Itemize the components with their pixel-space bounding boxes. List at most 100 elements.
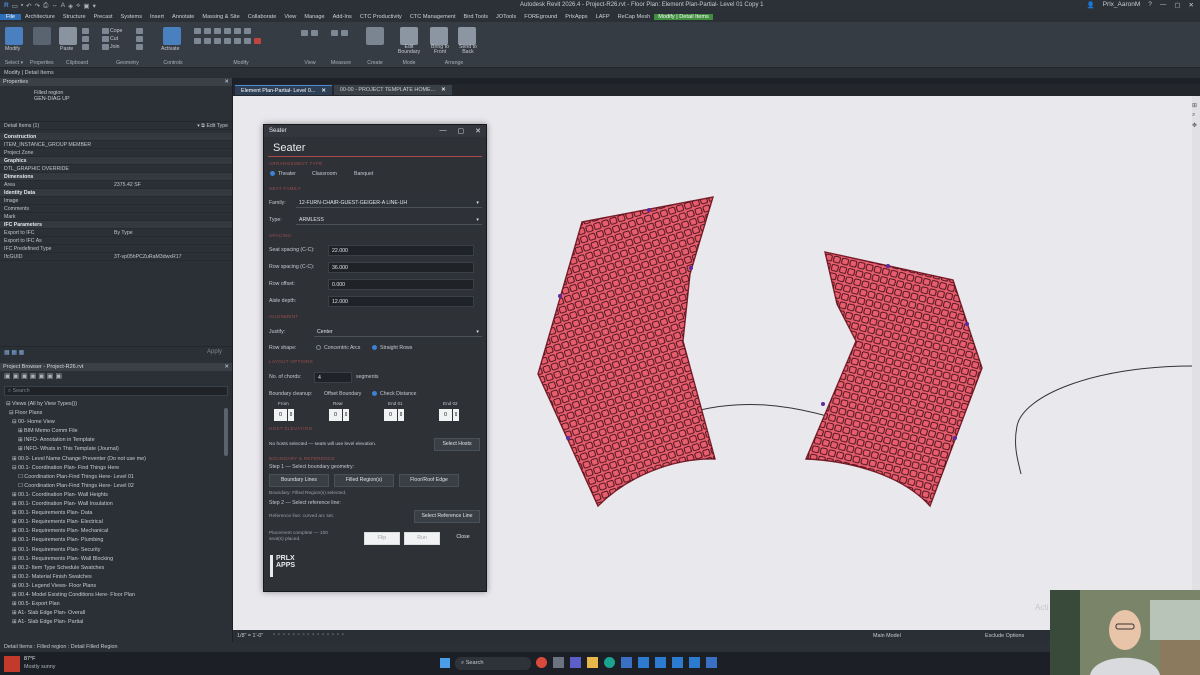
explorer-icon[interactable]	[587, 657, 598, 668]
browser-search-input[interactable]: ⌕ Search	[4, 386, 228, 396]
close-tab-icon[interactable]: ✕	[441, 87, 446, 93]
start-icon[interactable]	[440, 658, 450, 668]
aisle-depth-input[interactable]: 12.000	[328, 296, 474, 307]
trim-icon[interactable]	[244, 28, 251, 34]
ribbon-tab[interactable]: PrlxApps	[561, 14, 591, 20]
radio-concentric-arcs[interactable]: Concentric Arcs	[316, 345, 360, 351]
mirror-draw-icon[interactable]	[224, 28, 231, 34]
browser-tree-item[interactable]: ⊞ 00.1- Requirements Plan- Plumbing	[6, 536, 221, 545]
browser-tree-item[interactable]: ⊞ 00.1- Requirements Plan- Mechanical	[6, 527, 221, 536]
filled-regions-button[interactable]: Filled Region(s)	[334, 474, 394, 487]
property-value[interactable]: 2375.42 SF	[114, 182, 141, 188]
send-to-back-label[interactable]: Send to Back	[454, 44, 482, 55]
browser-tool-icon[interactable]: ▣ ▣ ▣ ▣ ▣ ▣ ▣	[4, 373, 62, 380]
3d-view-icon[interactable]: ◈	[68, 2, 73, 10]
property-row[interactable]: Export to IFC By Type	[0, 229, 232, 237]
ribbon-tab[interactable]: Collaborate	[244, 14, 281, 20]
match-properties-icon[interactable]	[82, 44, 89, 50]
workset-model[interactable]: Main Model	[873, 633, 901, 639]
close-tab-icon[interactable]: ✕	[321, 88, 326, 94]
view-override-icon[interactable]	[311, 30, 318, 36]
ribbon-tab[interactable]: Add-Ins	[329, 14, 356, 20]
measure-icon[interactable]: ↔	[51, 2, 58, 10]
stepper-arrows-icon[interactable]: ⇕	[398, 409, 404, 421]
browser-tree-item[interactable]: ⊞ 00.4- Model Existing Conditions Here- …	[6, 591, 221, 600]
view-tab[interactable]: Element Plan-Partial- Level 0... ✕	[235, 85, 332, 95]
property-value[interactable]: 3T-vp05hPCZuRaM3dwxR17	[114, 254, 181, 260]
browser-tree-item[interactable]: ⊞ 00.2- Material Finish Swatches	[6, 573, 221, 582]
property-group-header[interactable]: Dimensions	[0, 173, 232, 181]
chords-input[interactable]: 4	[314, 372, 352, 383]
property-group-header[interactable]: Identity Data	[0, 189, 232, 197]
row-offset-input[interactable]: 0.000	[328, 279, 474, 290]
apply-button[interactable]: Apply	[201, 349, 228, 356]
revit-icon[interactable]	[689, 657, 700, 668]
undo-icon[interactable]: ↶	[26, 2, 31, 10]
delete-icon[interactable]	[254, 38, 261, 44]
ribbon-tab[interactable]: Systems	[117, 14, 146, 20]
offset-icon[interactable]	[204, 28, 211, 34]
teams-icon[interactable]	[570, 657, 581, 668]
close-button[interactable]: Close	[446, 532, 480, 545]
align-icon[interactable]	[194, 28, 201, 34]
minimize-icon[interactable]: —	[1160, 1, 1167, 9]
edit-boundary-label[interactable]: Edit Boundary	[394, 44, 424, 55]
redo-icon[interactable]: ↷	[35, 2, 40, 10]
browser-tree-item[interactable]: ⊟ Floor Plans	[6, 409, 221, 418]
cut-icon[interactable]	[82, 28, 89, 34]
type-select[interactable]: ARMLESS ▾	[296, 215, 482, 225]
browser-tree-item[interactable]: ⊞ 00.0- Level Name Change Preventer (Do …	[6, 455, 221, 464]
radio-classroom[interactable]: Classroom	[312, 171, 337, 177]
check-distance-option[interactable]: Check Distance	[372, 391, 416, 397]
wall-join-icon[interactable]	[136, 28, 143, 34]
browser-tree-item[interactable]: ⊞ 00.1- Requirements Plan- Electrical	[6, 518, 221, 527]
property-row[interactable]: IFC Predefined Type	[0, 245, 232, 253]
property-row[interactable]: Project Zone	[0, 149, 232, 157]
edit-type-button[interactable]: ▾ ⧉ Edit Type	[197, 123, 228, 129]
scale-icon[interactable]	[234, 38, 241, 44]
mirror-axis-icon[interactable]	[214, 28, 221, 34]
revit-icon[interactable]	[638, 657, 649, 668]
revit-icon[interactable]	[655, 657, 666, 668]
ribbon-tab[interactable]: View	[280, 14, 300, 20]
ribbon-tab[interactable]: CTC Management	[406, 14, 460, 20]
cope-icon[interactable]	[102, 28, 109, 34]
group-select-label[interactable]: Select ▾	[2, 60, 26, 66]
browser-tree-item[interactable]: ⊞ 00.3- Legend Views- Floor Plans	[6, 582, 221, 591]
revit-icon[interactable]	[672, 657, 683, 668]
offset-boundary-option[interactable]: Offset Boundary	[324, 391, 361, 397]
measure-tool-icon[interactable]	[331, 30, 338, 36]
ribbon-tab[interactable]: CTC Productivity	[356, 14, 406, 20]
close-browser-icon[interactable]: ✕	[224, 364, 229, 370]
cope-label[interactable]: Cope	[110, 28, 122, 34]
bring-to-front-icon[interactable]	[430, 27, 448, 45]
ribbon-tab[interactable]: Architecture	[21, 14, 59, 20]
edit-boundary-icon[interactable]	[400, 27, 418, 45]
radio-straight-rows[interactable]: Straight Rows	[372, 345, 412, 351]
browser-tree-item[interactable]: ⊞ 00.1- Requirements Plan- Security	[6, 546, 221, 555]
ribbon-tab[interactable]: FOREground	[520, 14, 561, 20]
offset-stepper-value[interactable]: 0	[439, 409, 452, 421]
cut-label[interactable]: Cut	[110, 36, 118, 42]
app-icon[interactable]	[553, 657, 564, 668]
minimize-dialog-icon[interactable]: —	[440, 127, 447, 135]
reference-curve-line[interactable]	[1015, 365, 1194, 475]
section-icon[interactable]: ⟡	[76, 2, 80, 10]
move-icon[interactable]	[194, 38, 201, 44]
browser-tree-item[interactable]: ⊞ BIM Memo Comm File	[6, 427, 221, 436]
property-group-header[interactable]: Construction	[0, 133, 232, 141]
property-row[interactable]: DTL_GRAPHIC OVERRIDE	[0, 165, 232, 173]
close-dialog-icon[interactable]: ✕	[475, 127, 481, 135]
property-row[interactable]: Image	[0, 197, 232, 205]
browser-tree-item[interactable]: ⊞ 00.1- Coordination Plan- Wall Insulati…	[6, 500, 221, 509]
ribbon-tab[interactable]: Bird Tools	[460, 14, 492, 20]
text-icon[interactable]: A	[61, 2, 65, 10]
property-row[interactable]: Mark	[0, 213, 232, 221]
browser-tree-item[interactable]: ⊟ Views (All by View Types())	[6, 400, 221, 409]
ribbon-tab[interactable]: Annotate	[168, 14, 198, 20]
stepper-arrows-icon[interactable]: ⇕	[453, 409, 459, 421]
view-hide-icon[interactable]	[301, 30, 308, 36]
seating-region-left[interactable]	[537, 196, 716, 508]
split-face-icon[interactable]	[136, 36, 143, 42]
justify-select[interactable]: Center ▾	[314, 327, 482, 337]
